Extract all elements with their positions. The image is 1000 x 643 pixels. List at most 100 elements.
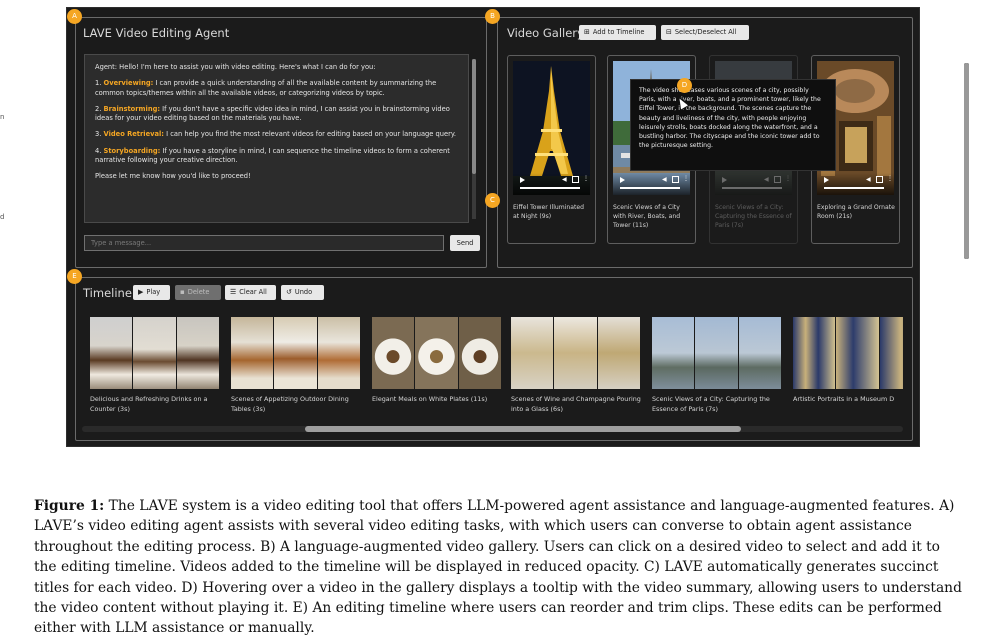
clip-title: Delicious and Refreshing Drinks on a Cou… (90, 395, 208, 413)
item-number: 2. (95, 104, 102, 113)
undo-button[interactable]: ↺ Undo (281, 285, 324, 300)
select-deselect-label: Select/Deselect All (674, 28, 737, 36)
progress-bar (722, 187, 782, 189)
video-summary-tooltip: The video showcases various scenes of a … (630, 79, 836, 171)
fullscreen-icon (876, 176, 883, 183)
agent-intro: Agent: Hello! I'm here to assist you wit… (95, 63, 376, 71)
more-icon: ⋮ (785, 176, 791, 182)
caption-label: Figure 1: (34, 498, 105, 514)
video-controls[interactable]: ◀ ⋮ (817, 173, 894, 195)
volume-icon: ◀ (562, 177, 567, 183)
timeline-scroll-thumb[interactable] (305, 426, 741, 432)
badge-e: E (67, 269, 82, 284)
fullscreen-icon (774, 176, 781, 183)
item-keyword: Overviewing: (103, 79, 154, 88)
play-icon (620, 177, 625, 183)
clear-all-label: Clear All (239, 288, 267, 296)
timeline-clip[interactable]: Scenes of Appetizing Outdoor Dining Tabl… (231, 317, 361, 414)
play-icon (520, 177, 525, 183)
delete-label: Delete (187, 288, 210, 296)
add-to-timeline-button[interactable]: ⊞ Add to Timeline (579, 25, 656, 40)
clip-title: Scenes of Appetizing Outdoor Dining Tabl… (231, 395, 349, 413)
play-icon (824, 177, 829, 183)
volume-icon: ◀ (866, 177, 871, 183)
gallery-title: Video Gallery (507, 26, 584, 40)
select-deselect-all-button[interactable]: ⊟ Select/Deselect All (661, 25, 749, 40)
chat-scroll-thumb[interactable] (472, 59, 476, 174)
item-number: 4. (95, 146, 102, 155)
item-number: 3. (95, 130, 102, 139)
caption-text: The LAVE system is a video editing tool … (34, 498, 962, 637)
progress-bar (824, 187, 884, 189)
clip-title: Artistic Portraits in a Museum D (793, 395, 895, 403)
item-text: I can help you find the most relevant vi… (163, 130, 457, 139)
progress-bar (520, 187, 580, 189)
clip-frames[interactable] (372, 317, 502, 389)
trash-icon: ▪ (180, 288, 185, 296)
more-icon: ⋮ (683, 176, 689, 182)
badge-a: A (67, 9, 82, 24)
item-number: 1. (95, 79, 102, 88)
timeline-clip[interactable]: Elegant Meals on White Plates (11s) (372, 317, 502, 404)
send-button[interactable]: Send (450, 235, 480, 251)
clip-title: Elegant Meals on White Plates (11s) (372, 395, 488, 403)
agent-panel-title: LAVE Video Editing Agent (83, 26, 230, 40)
clip-frames[interactable] (793, 317, 903, 389)
badge-d: D (677, 78, 692, 93)
video-title: Scenic Views of a City: Capturing the Es… (715, 204, 792, 229)
volume-icon: ◀ (764, 177, 769, 183)
play-icon: ▶ (138, 288, 144, 296)
chat-log: Agent: Hello! I'm here to assist you wit… (84, 54, 476, 223)
undo-icon: ↺ (286, 288, 292, 296)
badge-b: B (485, 9, 500, 24)
play-label: Play (146, 288, 161, 296)
clip-frames[interactable] (231, 317, 361, 389)
delete-button[interactable]: ▪ Delete (175, 285, 221, 300)
play-button[interactable]: ▶ Play (133, 285, 170, 300)
clip-frames[interactable] (652, 317, 782, 389)
video-title: Scenic Views of a City with River, Boats… (613, 204, 681, 229)
figure-caption: Figure 1: The LAVE system is a video edi… (34, 496, 964, 639)
select-all-icon: ⊟ (666, 28, 672, 36)
volume-icon: ◀ (662, 177, 667, 183)
item-keyword: Video Retrieval: (103, 130, 164, 139)
message-input[interactable]: Type a message... (84, 235, 444, 251)
video-controls[interactable]: ◀ ⋮ (513, 173, 590, 195)
agent-item: 2. Brainstorming: If you don't have a sp… (95, 105, 458, 124)
clear-all-button[interactable]: ☰ Clear All (225, 285, 276, 300)
item-keyword: Brainstorming: (103, 104, 161, 113)
clip-title: Scenic Views of a City: Capturing the Es… (652, 395, 770, 413)
video-title: Exploring a Grand Ornate Room (21s) (817, 204, 895, 220)
video-card[interactable]: ◀ ⋮ Eiffel Tower Illuminated at Night (9s… (507, 55, 596, 244)
timeline-clip[interactable]: Scenic Views of a City: Capturing the Es… (652, 317, 782, 414)
agent-item: 1. Overviewing: I can provide a quick un… (95, 79, 458, 98)
gallery-scroll-thumb[interactable] (964, 63, 969, 259)
progress-bar (620, 187, 680, 189)
clip-title: Scenes of Wine and Champagne Pouring int… (511, 395, 641, 413)
clip-frames[interactable] (90, 317, 220, 389)
item-keyword: Storyboarding: (103, 146, 161, 155)
clip-frames[interactable] (511, 317, 641, 389)
gallery-scrollbar[interactable] (964, 63, 969, 259)
timeline-clip[interactable]: Scenes of Wine and Champagne Pouring int… (511, 317, 641, 414)
margin-mark: d (0, 213, 5, 221)
chat-scrollbar[interactable] (472, 59, 476, 219)
timeline-clip[interactable]: Artistic Portraits in a Museum D (793, 317, 903, 404)
video-controls[interactable]: ◀ ⋮ (715, 173, 792, 195)
undo-label: Undo (294, 288, 313, 296)
add-icon: ⊞ (584, 28, 590, 36)
fullscreen-icon (572, 176, 579, 183)
video-title: Eiffel Tower Illuminated at Night (9s) (513, 204, 584, 220)
margin-mark: n (0, 113, 5, 121)
add-to-timeline-label: Add to Timeline (592, 28, 645, 36)
play-icon (722, 177, 727, 183)
more-icon: ⋮ (887, 176, 893, 182)
video-controls[interactable]: ◀ ⋮ (613, 173, 690, 195)
agent-item: 4. Storyboarding: If you have a storylin… (95, 147, 458, 166)
video-thumbnail[interactable]: ◀ ⋮ (513, 61, 590, 195)
timeline-clip[interactable]: Delicious and Refreshing Drinks on a Cou… (90, 317, 220, 414)
agent-item: 3. Video Retrieval: I can help you find … (95, 130, 458, 140)
more-icon: ⋮ (583, 176, 589, 182)
timeline-title: Timeline (83, 286, 132, 300)
fullscreen-icon (672, 176, 679, 183)
